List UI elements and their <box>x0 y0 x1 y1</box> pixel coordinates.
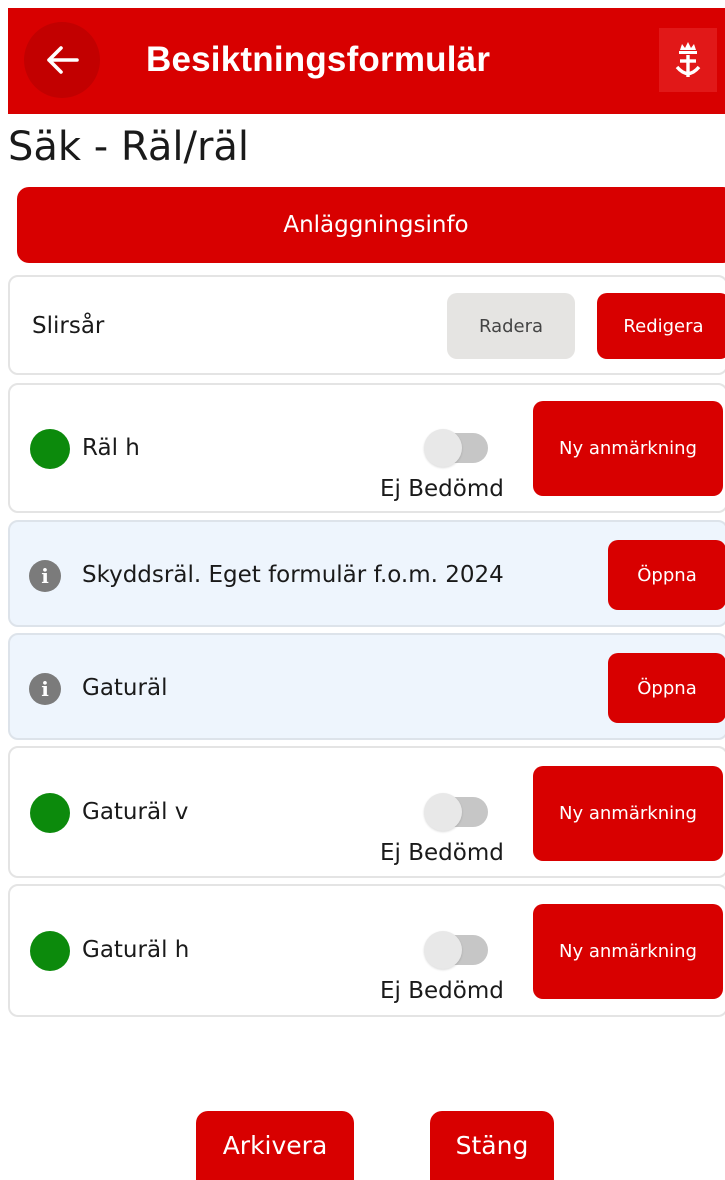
assessment-toggle[interactable] <box>424 793 488 831</box>
back-button[interactable] <box>24 22 100 98</box>
facility-info-button[interactable]: Anläggningsinfo <box>17 187 725 263</box>
app-title: Besiktningsformulär <box>146 40 491 79</box>
edit-button[interactable]: Redigera <box>597 293 725 359</box>
list-item: Gaturäl v Ej Bedömd Ny anmärkning <box>8 746 725 878</box>
logo <box>659 28 717 92</box>
status-dot <box>30 931 70 971</box>
status-dot <box>30 793 70 833</box>
assessment-toggle[interactable] <box>424 931 488 969</box>
inspection-form-screen: Besiktningsformulär Säk - Räl/räl Anlägg… <box>0 0 725 1180</box>
toggle-knob <box>424 793 462 831</box>
list-item: Gaturäl h Ej Bedömd Ny anmärkning <box>8 884 725 1017</box>
toggle-knob <box>424 429 462 467</box>
new-remark-button[interactable]: Ny anmärkning <box>533 766 723 861</box>
not-assessed-label: Ej Bedömd <box>380 840 504 866</box>
item-label: Gaturäl h <box>82 937 190 963</box>
item-label: Gaturäl <box>82 675 168 701</box>
new-remark-button[interactable]: Ny anmärkning <box>533 401 723 496</box>
page-title: Säk - Räl/räl <box>8 124 250 170</box>
item-label: Räl h <box>82 435 140 461</box>
close-button[interactable]: Stäng <box>430 1111 554 1180</box>
info-icon: i <box>29 673 61 705</box>
new-remark-button[interactable]: Ny anmärkning <box>533 904 723 999</box>
assessment-toggle[interactable] <box>424 429 488 467</box>
open-button[interactable]: Öppna <box>608 653 725 723</box>
info-item: i Skyddsräl. Eget formulär f.o.m. 2024 Ö… <box>8 520 725 627</box>
not-assessed-label: Ej Bedömd <box>380 476 504 502</box>
item-label: Skyddsräl. Eget formulär f.o.m. 2024 <box>82 562 504 588</box>
open-button[interactable]: Öppna <box>608 540 725 610</box>
archive-button[interactable]: Arkivera <box>196 1111 354 1180</box>
section-label: Slirsår <box>32 313 105 339</box>
status-dot <box>30 429 70 469</box>
list-item: Räl h Ej Bedömd Ny anmärkning <box>8 383 725 513</box>
crown-emblem-icon <box>675 42 701 77</box>
delete-button[interactable]: Radera <box>447 293 575 359</box>
not-assessed-label: Ej Bedömd <box>380 978 504 1004</box>
item-label: Gaturäl v <box>82 799 189 825</box>
section-card: Slirsår Radera Redigera <box>8 275 725 375</box>
toggle-knob <box>424 931 462 969</box>
app-bar: Besiktningsformulär <box>8 8 725 114</box>
arrow-left-icon <box>47 46 79 74</box>
info-icon: i <box>29 560 61 592</box>
info-item: i Gaturäl Öppna <box>8 633 725 740</box>
